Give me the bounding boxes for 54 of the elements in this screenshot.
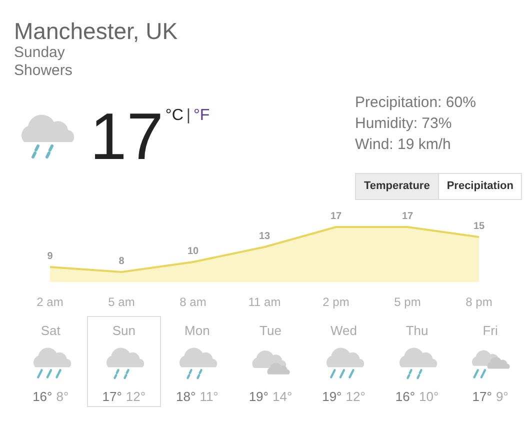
forecast-day[interactable]: Mon 18° 11° <box>160 316 234 407</box>
data-label: 9 <box>47 251 53 262</box>
day-label: Sunday <box>14 44 66 62</box>
time-label: 11 am <box>248 295 281 309</box>
unit-toggle[interactable]: °C <box>165 104 184 122</box>
low-temperature: 10° <box>419 388 439 406</box>
chart-tab[interactable]: Precipitation <box>438 173 522 200</box>
time-label: 2 pm <box>322 295 350 309</box>
low-temperature: 12° <box>346 388 366 406</box>
day-name: Tue <box>260 323 282 339</box>
low-temperature: 14° <box>272 388 292 406</box>
weather-detail: Humidity: 73% <box>355 114 453 134</box>
low-temperature: 11° <box>200 388 218 406</box>
forecast-day[interactable]: Wed 19° 12° <box>307 316 380 407</box>
data-label: 17 <box>402 211 414 222</box>
data-label: 13 <box>258 231 270 242</box>
forecast-day[interactable]: Fri 17° 9° <box>454 316 527 407</box>
data-label: 17 <box>330 211 342 222</box>
forecast-day[interactable]: Thu 16° 10° <box>380 316 454 407</box>
time-label: 5 pm <box>394 295 421 309</box>
time-label: 5 am <box>108 295 135 309</box>
temperature-value: 17 <box>90 106 164 175</box>
time-label: 2 am <box>36 295 64 309</box>
weather-detail: Precipitation: 60% <box>355 93 477 113</box>
high-temperature: 16° <box>32 388 52 406</box>
low-temperature: 12° <box>126 388 146 406</box>
data-label: 10 <box>187 246 199 257</box>
high-temperature: 18° <box>176 388 196 406</box>
data-label: 8 <box>118 256 124 267</box>
high-temperature: 19° <box>248 388 268 406</box>
unit-separator: | <box>186 106 191 122</box>
high-temperature: 17° <box>102 388 122 406</box>
day-name: Wed <box>330 323 358 339</box>
unit-toggle[interactable]: °F <box>194 104 210 122</box>
forecast-day[interactable]: Tue 19° 14° <box>234 316 308 407</box>
chart-tab[interactable]: Temperature <box>355 173 439 200</box>
high-temperature: 19° <box>322 388 342 406</box>
low-temperature: 9° <box>496 388 508 406</box>
day-name: Thu <box>406 323 428 339</box>
day-name: Mon <box>184 323 210 339</box>
high-temperature: 17° <box>472 388 492 406</box>
forecast-day[interactable]: Sun 17° 12° <box>87 316 161 407</box>
location-title: Manchester, UK <box>14 18 179 44</box>
condition-label: Showers <box>14 62 74 80</box>
low-temperature: 8° <box>56 388 69 406</box>
day-name: Fri <box>482 323 498 339</box>
weather-detail: Wind: 19 km/h <box>355 135 452 155</box>
day-name: Sun <box>112 323 136 339</box>
high-temperature: 16° <box>395 388 416 406</box>
forecast-day[interactable]: Sat 16° 8° <box>14 316 88 407</box>
time-label: 8 am <box>180 295 206 309</box>
day-name: Sat <box>40 323 60 339</box>
time-label: 8 pm <box>466 295 492 309</box>
data-label: 15 <box>473 221 485 232</box>
